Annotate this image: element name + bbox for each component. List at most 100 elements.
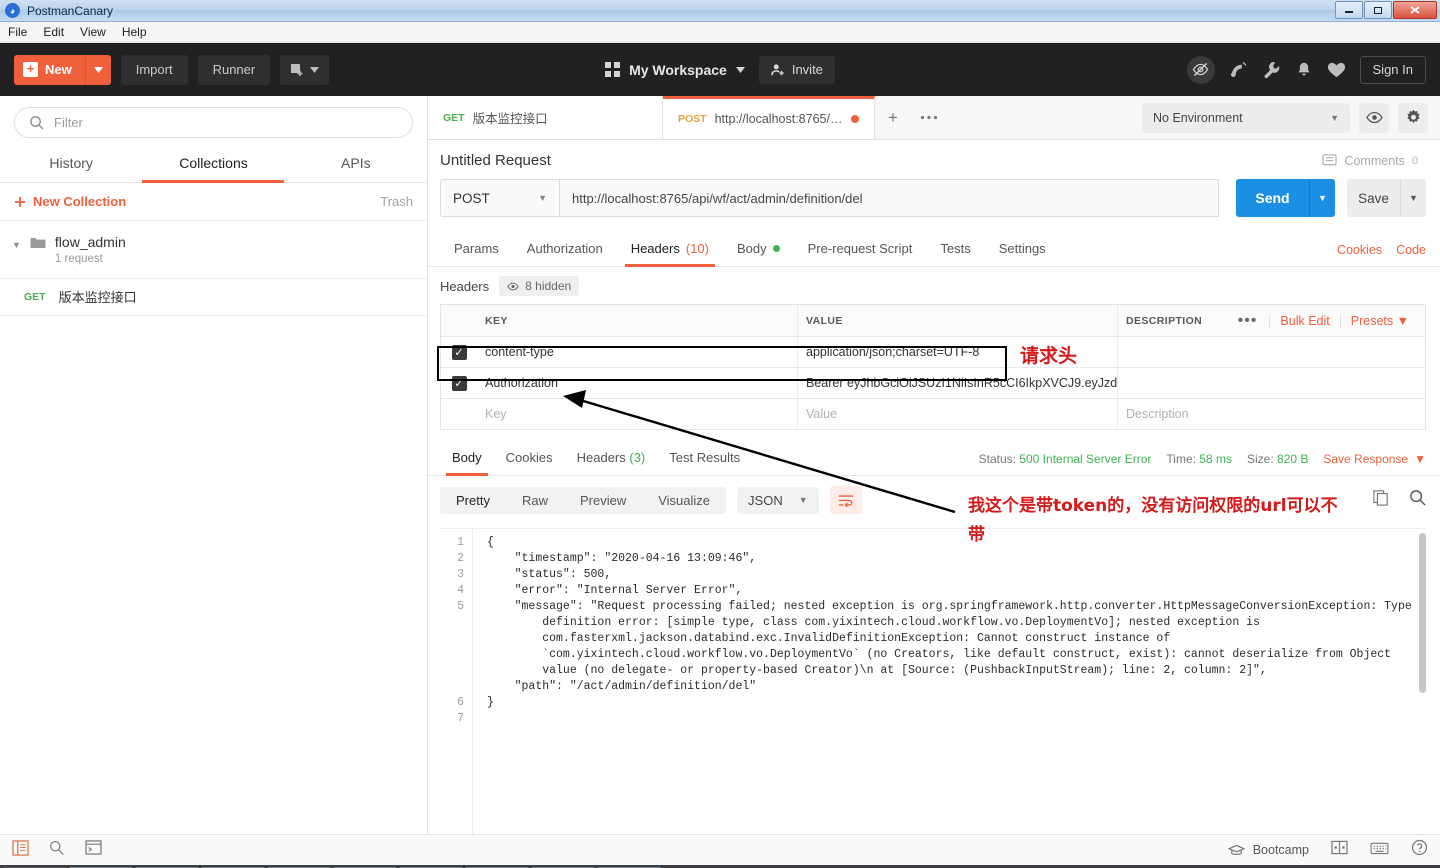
new-tab-button[interactable]: +	[875, 96, 911, 139]
language-select[interactable]: JSON ▼	[737, 486, 819, 514]
bulk-edit-button[interactable]: Bulk Edit	[1269, 313, 1339, 328]
sign-in-button[interactable]: Sign In	[1359, 55, 1426, 84]
code-link[interactable]: Code	[1396, 243, 1426, 257]
headers-more-button[interactable]: •••	[1226, 312, 1270, 330]
response-tab-body[interactable]: Body	[440, 442, 494, 476]
tab-settings[interactable]: Settings	[985, 233, 1060, 266]
find-button[interactable]	[49, 840, 65, 861]
menu-item-view[interactable]: View	[80, 25, 106, 39]
tab-authorization[interactable]: Authorization	[513, 233, 617, 266]
cookies-link[interactable]: Cookies	[1337, 243, 1382, 257]
table-row[interactable]: ✓ Authorization Bearer eyJhbGciOiJSUzI1N…	[441, 368, 1425, 399]
keyboard-shortcuts-button[interactable]	[1370, 841, 1389, 860]
minimize-button[interactable]	[1335, 1, 1363, 19]
runner-button[interactable]: Runner	[197, 54, 271, 85]
new-button[interactable]: + New	[14, 54, 111, 85]
chevron-down-icon	[310, 66, 320, 73]
header-key-placeholder[interactable]: Key	[477, 407, 797, 421]
sidebar-tab-history[interactable]: History	[0, 146, 142, 182]
format-pretty[interactable]: Pretty	[440, 486, 506, 514]
word-wrap-button[interactable]	[829, 486, 862, 514]
response-body-code[interactable]: { "timestamp": "2020-04-16 13:09:46", "s…	[472, 529, 1426, 834]
send-dropdown-caret[interactable]: ▼	[1309, 179, 1335, 217]
sidebar-tab-collections[interactable]: Collections	[142, 146, 284, 182]
main-split: Filter History Collections APIs New Coll…	[0, 96, 1440, 834]
statusbar-right: Bootcamp	[1227, 839, 1428, 861]
request-tab-0[interactable]: GET 版本监控接口	[428, 96, 663, 139]
search-input[interactable]: Filter	[14, 107, 413, 138]
header-value-placeholder[interactable]: Value	[797, 399, 1117, 429]
new-collection-button[interactable]: New Collection	[14, 194, 126, 209]
send-button[interactable]: Send	[1236, 179, 1309, 217]
header-description-placeholder[interactable]: Description	[1117, 399, 1425, 429]
response-tab-headers[interactable]: Headers (3)	[565, 442, 658, 475]
menu-item-file[interactable]: File	[8, 25, 27, 39]
bootcamp-button[interactable]: Bootcamp	[1227, 843, 1309, 857]
close-button[interactable]	[1393, 1, 1437, 19]
comments-button[interactable]: Comments 0	[1322, 154, 1426, 168]
sidebar-request-item[interactable]: GET 版本监控接口	[0, 279, 427, 316]
method-select[interactable]: POST ▼	[440, 179, 559, 217]
response-body-viewer[interactable]: 1 2 3 4 5 6 7 { "timestamp": "2020-04-16…	[440, 528, 1426, 834]
settings-button[interactable]	[1398, 102, 1428, 133]
save-dropdown-caret[interactable]: ▼	[1400, 179, 1426, 217]
wrench-icon[interactable]	[1262, 60, 1281, 79]
tab-tests[interactable]: Tests	[926, 233, 984, 266]
plus-icon: +	[23, 62, 38, 77]
table-row-empty[interactable]: Key Value Description	[441, 399, 1425, 430]
two-pane-button[interactable]	[1331, 840, 1348, 860]
environment-selector[interactable]: No Environment ▼	[1142, 102, 1350, 133]
format-raw[interactable]: Raw	[506, 487, 564, 514]
heart-icon[interactable]	[1327, 61, 1346, 79]
table-row[interactable]: ✓ content-type application/json;charset=…	[441, 337, 1425, 368]
sidebar-toggle-button[interactable]	[12, 839, 29, 861]
collection-item-flow-admin[interactable]: ▼ flow_admin 1 request	[0, 221, 427, 279]
new-window-button[interactable]	[280, 54, 330, 85]
save-response-button[interactable]: Save Response ▼	[1323, 452, 1426, 466]
environment-quick-look-button[interactable]	[1359, 102, 1389, 133]
tab-headers[interactable]: Headers (10)	[617, 233, 723, 267]
presets-button[interactable]: Presets ▼	[1339, 313, 1419, 328]
tab-params[interactable]: Params	[440, 233, 513, 266]
tab-pre-request-script[interactable]: Pre-request Script	[794, 233, 927, 266]
eye-slash-icon[interactable]	[1186, 55, 1215, 84]
invite-button[interactable]: Invite	[758, 55, 835, 84]
console-button[interactable]	[85, 840, 102, 860]
url-input[interactable]: http://localhost:8765/api/wf/act/admin/d…	[559, 179, 1219, 217]
header-value[interactable]: Bearer eyJhbGciOiJSUzI1NiIsInR5cCI6IkpXV…	[797, 368, 1117, 398]
sidebar-tab-apis[interactable]: APIs	[285, 146, 427, 182]
new-dropdown-caret[interactable]	[84, 54, 111, 85]
response-scrollbar[interactable]	[1419, 533, 1426, 693]
save-button[interactable]: Save	[1347, 179, 1400, 217]
hidden-headers-toggle[interactable]: 8 hidden	[499, 276, 580, 296]
format-visualize[interactable]: Visualize	[642, 487, 726, 514]
tab-body[interactable]: Body	[723, 233, 794, 266]
tabs-more-button[interactable]	[911, 96, 947, 139]
menu-item-help[interactable]: Help	[122, 25, 147, 39]
search-response-button[interactable]	[1409, 489, 1426, 511]
bell-icon[interactable]	[1295, 61, 1313, 79]
status-group: Status: 500 Internal Server Error	[979, 452, 1152, 466]
response-actions	[1373, 489, 1426, 511]
row-checkbox[interactable]: ✓	[441, 344, 477, 360]
header-description[interactable]	[1117, 368, 1425, 398]
help-button[interactable]	[1411, 839, 1428, 861]
response-tab-test-results[interactable]: Test Results	[657, 442, 752, 475]
restore-button[interactable]	[1364, 1, 1392, 19]
request-tab-1[interactable]: POST http://localhost:8765/api/wf/a...	[663, 96, 875, 139]
menu-item-edit[interactable]: Edit	[43, 25, 64, 39]
response-tabs: Body Cookies Headers (3) Test Results St…	[428, 442, 1440, 476]
header-key[interactable]: content-type	[477, 345, 797, 359]
header-key[interactable]: Authorization	[477, 376, 797, 390]
chevron-down-icon[interactable]: ▼	[12, 234, 21, 250]
statusbar: Bootcamp	[0, 834, 1440, 865]
import-button[interactable]: Import	[120, 54, 188, 85]
row-checkbox[interactable]: ✓	[441, 375, 477, 391]
workspace-selector[interactable]: My Workspace	[605, 62, 745, 78]
trash-button[interactable]: Trash	[380, 194, 413, 209]
satellite-icon[interactable]	[1229, 60, 1248, 79]
header-description[interactable]	[1117, 337, 1425, 367]
copy-button[interactable]	[1373, 489, 1389, 511]
format-preview[interactable]: Preview	[564, 487, 642, 514]
response-tab-cookies[interactable]: Cookies	[494, 442, 565, 475]
